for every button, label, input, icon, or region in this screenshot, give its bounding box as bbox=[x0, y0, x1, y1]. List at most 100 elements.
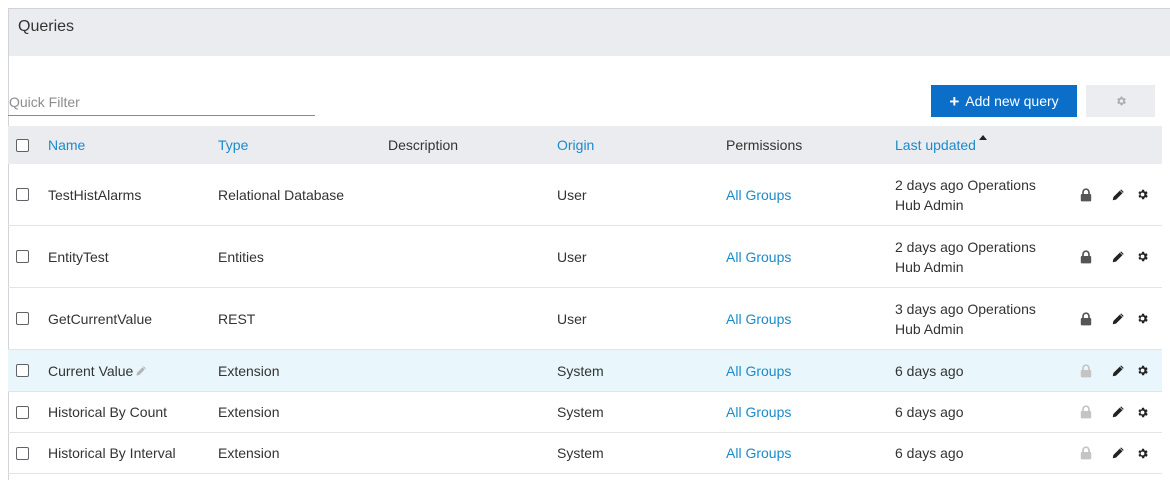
edit-icon[interactable] bbox=[1108, 164, 1128, 225]
permissions-link[interactable]: All Groups bbox=[726, 187, 791, 203]
gear-icon bbox=[1115, 95, 1127, 107]
gear-icon[interactable] bbox=[1132, 433, 1152, 473]
row-type-cell: Extension bbox=[218, 392, 388, 432]
query-type: Extension bbox=[218, 445, 280, 461]
row-origin-cell: User bbox=[557, 164, 727, 225]
row-permissions-cell: All Groups bbox=[726, 226, 896, 287]
page-title: Queries bbox=[18, 18, 75, 35]
row-permissions-cell: All Groups bbox=[726, 392, 896, 432]
table-row[interactable]: Historical By Count Extension System All Gr… bbox=[8, 392, 1162, 433]
row-description-cell bbox=[388, 226, 558, 287]
query-origin: System bbox=[557, 362, 604, 379]
query-name: EntityTest bbox=[48, 248, 109, 265]
row-origin-cell: System bbox=[557, 433, 727, 473]
row-permissions-cell: All Groups bbox=[726, 164, 896, 225]
edit-icon[interactable] bbox=[1108, 226, 1128, 287]
row-checkbox[interactable] bbox=[16, 312, 29, 325]
row-origin-cell: User bbox=[557, 288, 727, 349]
row-permissions-cell: All Groups bbox=[726, 288, 896, 349]
permissions-link[interactable]: All Groups bbox=[726, 249, 791, 265]
column-header-last-updated[interactable]: Last updated bbox=[895, 135, 976, 155]
row-updated-cell: 2 days ago Operations Hub Admin bbox=[895, 164, 1065, 225]
row-name-cell: Historical By Interval bbox=[48, 433, 218, 473]
column-header-permissions: Permissions bbox=[726, 137, 803, 153]
row-updated-cell: 6 days ago bbox=[895, 433, 1065, 473]
add-new-query-button[interactable]: + Add new query bbox=[931, 85, 1077, 117]
query-origin: System bbox=[557, 445, 604, 461]
row-type-cell: REST bbox=[218, 288, 388, 349]
column-header-name[interactable]: Name bbox=[48, 137, 85, 153]
edit-icon[interactable] bbox=[1108, 392, 1128, 432]
row-origin-cell: User bbox=[557, 226, 727, 287]
row-checkbox-cell bbox=[16, 392, 36, 432]
row-description-cell bbox=[388, 433, 558, 473]
edit-icon[interactable] bbox=[1108, 288, 1128, 349]
gear-icon[interactable] bbox=[1132, 288, 1152, 349]
table-row[interactable]: GetCurrentValue REST User All Groups 3 days … bbox=[8, 288, 1162, 350]
row-type-cell: Entities bbox=[218, 226, 388, 287]
row-checkbox[interactable] bbox=[16, 446, 29, 460]
lock-icon[interactable] bbox=[1076, 350, 1096, 391]
last-updated-text: 2 days ago Operations Hub Admin bbox=[895, 176, 1036, 213]
edit-icon[interactable] bbox=[1108, 350, 1128, 391]
table-settings-button[interactable] bbox=[1086, 85, 1155, 117]
row-type-cell: Extension bbox=[218, 350, 388, 391]
lock-icon[interactable] bbox=[1076, 226, 1096, 287]
query-type: Relational Database bbox=[218, 186, 345, 203]
last-updated-text: 3 days ago Operations Hub Admin bbox=[895, 300, 1036, 337]
edit-icon[interactable] bbox=[1108, 433, 1128, 473]
row-checkbox[interactable] bbox=[16, 188, 29, 201]
row-name-cell: TestHistAlarms bbox=[48, 164, 218, 225]
gear-icon[interactable] bbox=[1132, 226, 1152, 287]
row-checkbox-cell bbox=[16, 226, 36, 287]
table-row[interactable]: Current Value Extension System All Groups 6 … bbox=[8, 350, 1162, 392]
column-header-type[interactable]: Type bbox=[218, 137, 248, 153]
query-origin: User bbox=[557, 186, 587, 203]
query-name: Historical By Count bbox=[48, 404, 168, 420]
gear-icon[interactable] bbox=[1132, 350, 1152, 391]
permissions-link[interactable]: All Groups bbox=[726, 404, 791, 420]
row-name-cell: Current Value bbox=[48, 350, 218, 391]
gear-icon[interactable] bbox=[1132, 392, 1152, 432]
gear-icon[interactable] bbox=[1132, 164, 1152, 225]
row-description-cell bbox=[388, 350, 558, 391]
row-type-cell: Relational Database bbox=[218, 164, 388, 225]
last-updated-text: 2 days ago Operations Hub Admin bbox=[895, 238, 1036, 275]
row-permissions-cell: All Groups bbox=[726, 350, 896, 391]
row-updated-cell: 6 days ago bbox=[895, 350, 1065, 391]
row-checkbox[interactable] bbox=[16, 364, 29, 377]
row-updated-cell: 3 days ago Operations Hub Admin bbox=[895, 288, 1065, 349]
lock-icon[interactable] bbox=[1076, 392, 1096, 432]
permissions-link[interactable]: All Groups bbox=[726, 311, 791, 327]
table-header-row: Name Type Description Origin Permissions… bbox=[8, 126, 1162, 164]
row-name-cell: EntityTest bbox=[48, 226, 218, 287]
lock-icon[interactable] bbox=[1076, 164, 1096, 225]
table-row[interactable]: TestHistAlarms Relational Database User All… bbox=[8, 164, 1162, 226]
permissions-link[interactable]: All Groups bbox=[726, 445, 791, 461]
sort-up-caret-icon bbox=[978, 134, 987, 140]
row-permissions-cell: All Groups bbox=[726, 433, 896, 473]
last-updated-text: 6 days ago bbox=[895, 445, 964, 461]
quick-filter-input[interactable] bbox=[8, 88, 315, 116]
table-row[interactable]: EntityTest Entities User All Groups 2 days a… bbox=[8, 226, 1162, 288]
select-all-cell bbox=[16, 126, 36, 164]
row-description-cell bbox=[388, 164, 558, 225]
last-updated-text: 6 days ago bbox=[895, 362, 964, 379]
row-checkbox[interactable] bbox=[16, 250, 29, 263]
row-checkbox-cell bbox=[16, 164, 36, 225]
lock-icon[interactable] bbox=[1076, 433, 1096, 473]
permissions-link[interactable]: All Groups bbox=[726, 363, 791, 379]
page-header: Queries bbox=[9, 9, 1170, 56]
query-origin: User bbox=[557, 248, 587, 265]
row-description-cell bbox=[388, 288, 558, 349]
last-updated-text: 6 days ago bbox=[895, 404, 964, 420]
row-checkbox-cell bbox=[16, 433, 36, 473]
column-header-origin[interactable]: Origin bbox=[557, 137, 594, 153]
table-row[interactable]: Historical By Interval Extension System All… bbox=[8, 433, 1162, 474]
lock-icon[interactable] bbox=[1076, 288, 1096, 349]
row-checkbox-cell bbox=[16, 288, 36, 349]
select-all-checkbox[interactable] bbox=[16, 138, 29, 152]
query-name: GetCurrentValue bbox=[48, 310, 153, 327]
row-checkbox[interactable] bbox=[16, 405, 29, 419]
query-type: Extension bbox=[218, 362, 280, 379]
